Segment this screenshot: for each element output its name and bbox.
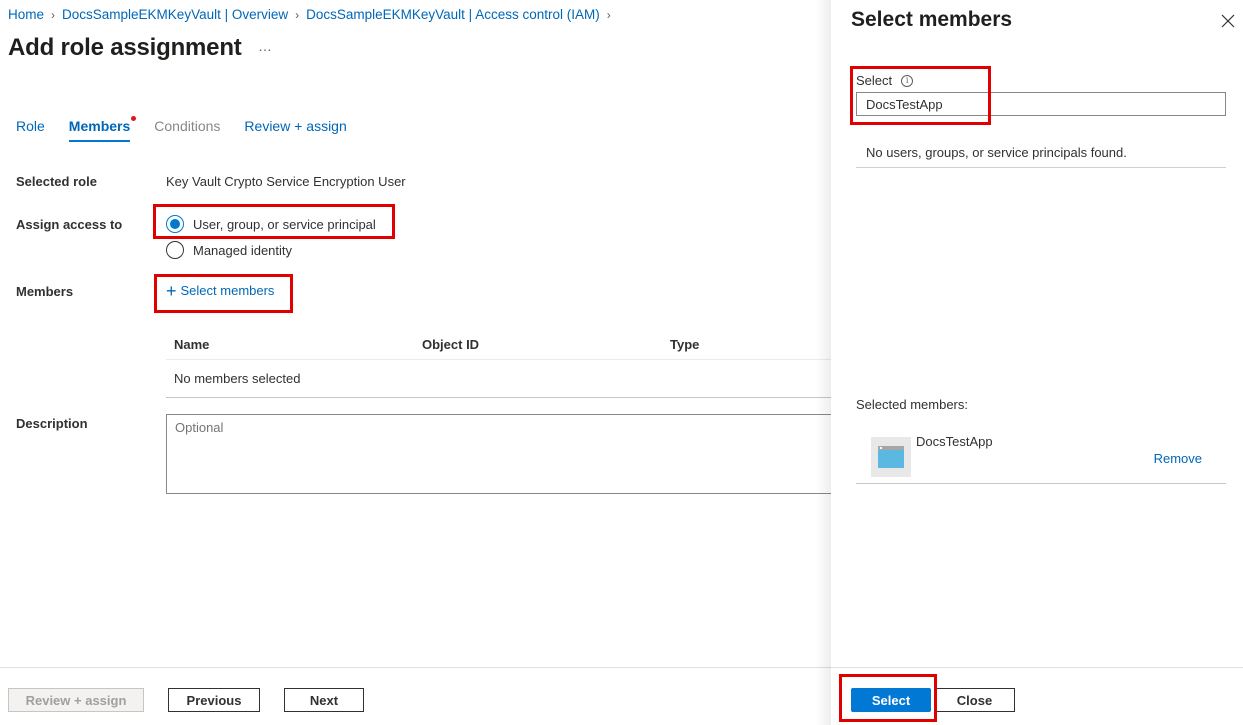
chevron-right-icon: › bbox=[51, 7, 56, 22]
tab-label: Role bbox=[16, 118, 45, 134]
page-title: Add role assignment bbox=[8, 34, 242, 61]
selected-members-label: Selected members: bbox=[856, 397, 968, 412]
previous-button[interactable]: Previous bbox=[168, 688, 260, 712]
tab-label: Members bbox=[68, 118, 131, 134]
select-members-label: Select members bbox=[180, 283, 275, 298]
radio-label: User, group, or service principal bbox=[193, 216, 376, 232]
column-header-object-id[interactable]: Object ID bbox=[414, 337, 662, 352]
tab-conditions[interactable]: Conditions bbox=[154, 118, 220, 142]
radio-managed-identity[interactable]: Managed identity bbox=[166, 241, 292, 259]
tab-review-assign[interactable]: Review + assign bbox=[244, 118, 346, 142]
breadcrumb-keyvault-overview[interactable]: DocsSampleEKMKeyVault | Overview bbox=[62, 7, 288, 22]
description-label: Description bbox=[16, 416, 88, 431]
close-icon[interactable] bbox=[1221, 14, 1235, 28]
panel-shadow bbox=[816, 0, 831, 725]
radio-user-group-sp[interactable]: User, group, or service principal bbox=[166, 215, 376, 233]
footer-divider bbox=[0, 667, 831, 668]
column-header-name[interactable]: Name bbox=[166, 337, 414, 352]
required-indicator-dot bbox=[131, 116, 137, 121]
plus-icon: + bbox=[166, 280, 177, 301]
no-results-message: No users, groups, or service principals … bbox=[856, 138, 1226, 168]
select-members-link[interactable]: + Select members bbox=[166, 280, 275, 301]
member-search-input[interactable] bbox=[856, 92, 1226, 116]
select-members-panel: Select members Select i No users, groups… bbox=[831, 0, 1243, 725]
select-field-label: Select i bbox=[856, 73, 914, 88]
breadcrumb-home[interactable]: Home bbox=[8, 7, 44, 22]
chevron-right-icon: › bbox=[606, 7, 611, 22]
chevron-right-icon: › bbox=[295, 7, 300, 22]
tab-members[interactable]: Members bbox=[68, 116, 137, 142]
assign-access-label: Assign access to bbox=[16, 217, 123, 232]
selected-member-name: DocsTestApp bbox=[916, 434, 993, 449]
close-button[interactable]: Close bbox=[934, 688, 1015, 712]
members-table: Name Object ID Type No members selected bbox=[166, 330, 846, 398]
radio-label: Managed identity bbox=[193, 242, 293, 258]
app-registration-icon bbox=[871, 437, 911, 477]
selected-member-item: DocsTestApp Remove bbox=[856, 424, 1226, 484]
selected-role-label: Selected role bbox=[16, 174, 97, 189]
table-empty-row: No members selected bbox=[166, 360, 846, 398]
members-label: Members bbox=[16, 284, 74, 299]
remove-member-link[interactable]: Remove bbox=[1154, 451, 1202, 466]
select-button[interactable]: Select bbox=[851, 688, 931, 712]
wizard-tabs: Role Members Conditions Review + assign bbox=[16, 116, 371, 142]
table-header: Name Object ID Type bbox=[166, 330, 846, 360]
tab-label: Conditions bbox=[154, 118, 221, 134]
review-assign-button[interactable]: Review + assign bbox=[8, 688, 144, 712]
description-textarea[interactable] bbox=[166, 414, 846, 494]
radio-checked-icon[interactable] bbox=[166, 215, 184, 233]
breadcrumb: Home › DocsSampleEKMKeyVault | Overview … bbox=[8, 7, 618, 22]
tab-role[interactable]: Role bbox=[16, 118, 45, 142]
info-icon[interactable]: i bbox=[901, 74, 914, 87]
panel-title: Select members bbox=[851, 8, 1013, 31]
selected-role-value: Key Vault Crypto Service Encryption User bbox=[166, 174, 406, 189]
radio-unchecked-icon[interactable] bbox=[166, 241, 184, 259]
next-button[interactable]: Next bbox=[284, 688, 364, 712]
select-label-text: Select bbox=[856, 73, 893, 88]
ellipsis-icon[interactable]: … bbox=[258, 38, 273, 54]
column-header-type[interactable]: Type bbox=[662, 337, 699, 352]
tab-label: Review + assign bbox=[244, 118, 347, 134]
panel-footer-divider bbox=[831, 667, 1243, 668]
breadcrumb-access-control[interactable]: DocsSampleEKMKeyVault | Access control (… bbox=[306, 7, 600, 22]
